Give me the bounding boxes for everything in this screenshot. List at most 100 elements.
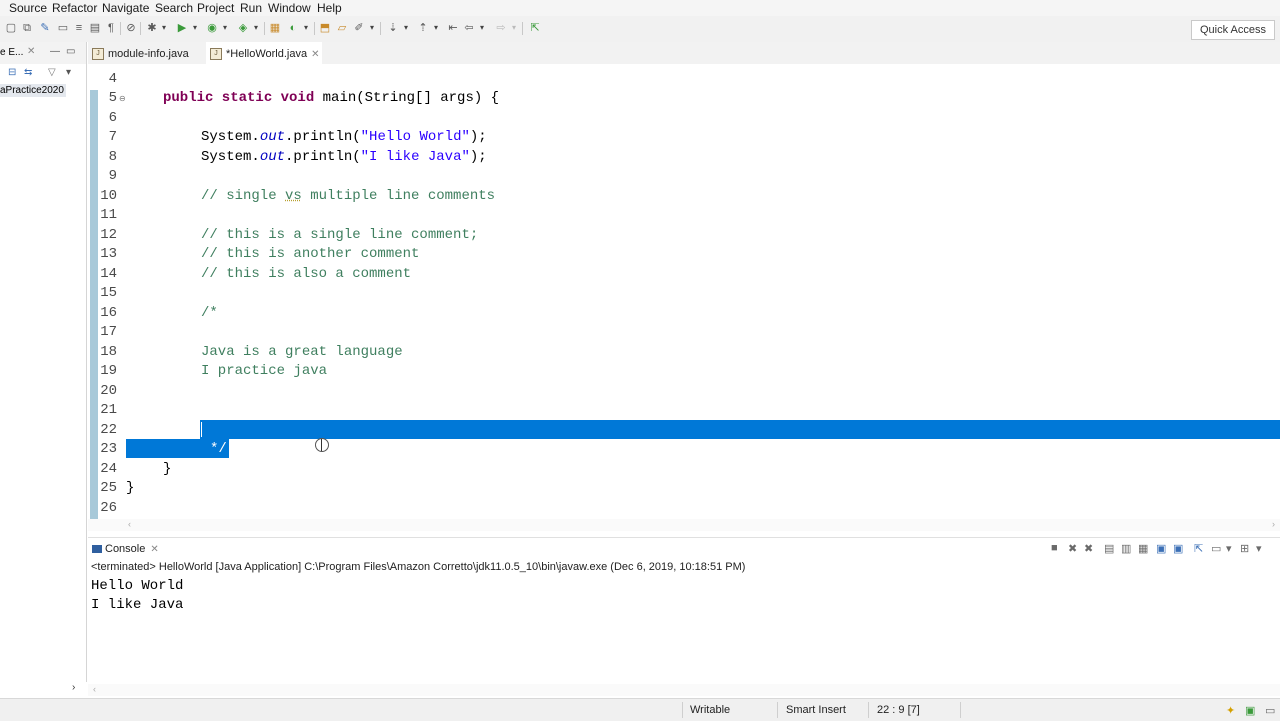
package-explorer: e E... ✕ — ▭ ⊟ ⇆ ▽ ▾ aPractice2020 › (0, 42, 87, 693)
collapse-all-icon[interactable]: ⊟ (8, 67, 16, 78)
line-number: 4 (108, 71, 117, 87)
code-string: "I like Java" (360, 149, 470, 165)
line-number: 11 (100, 207, 117, 223)
editor-horizontal-scrollbar[interactable]: ‹ › (88, 519, 1280, 531)
back-dropdown-icon[interactable]: ▾ (478, 21, 486, 35)
mark-occurrences-icon[interactable]: ✎ (38, 21, 52, 35)
back-icon[interactable]: ⇦ (462, 21, 476, 35)
external-tools-dropdown-icon[interactable]: ▾ (252, 21, 260, 35)
progress-icon[interactable]: ▣ (1245, 704, 1255, 717)
minimize-icon[interactable]: — (50, 46, 60, 57)
new-java-project-icon[interactable]: ▦ (268, 21, 282, 35)
new-class-icon[interactable]: ◐ (286, 21, 300, 35)
scroll-right-icon[interactable]: › (1272, 519, 1275, 529)
status-bar: Writable Smart Insert 22 : 9 [7] ✦ ▣ ▭ (0, 698, 1280, 721)
scroll-left-icon[interactable]: ‹ (128, 519, 131, 529)
display-dropdown-icon[interactable]: ▾ (1226, 542, 1232, 555)
new-dropdown-icon[interactable]: ▾ (302, 21, 310, 35)
prev-annotation-dropdown-icon[interactable]: ▾ (432, 21, 440, 35)
package-explorer-toolbar: ⊟ ⇆ ▽ ▾ (0, 64, 86, 82)
more-icon[interactable]: ▭ (1265, 704, 1275, 717)
forward-icon[interactable]: ⇨ (494, 21, 508, 35)
menu-help[interactable]: Help (317, 1, 342, 15)
code-text: System. (201, 129, 260, 145)
debug-icon[interactable]: ✱ (145, 21, 159, 35)
debug-dropdown-icon[interactable]: ▾ (160, 21, 168, 35)
next-annotation-icon[interactable]: ⇣ (386, 21, 400, 35)
code-line-14: // this is also a comment (201, 266, 412, 282)
display-console-icon[interactable]: ▭ (1211, 542, 1221, 555)
menu-window[interactable]: Window (268, 1, 311, 15)
line-number: 16 (100, 305, 117, 321)
console-horizontal-scrollbar[interactable]: ‹ (88, 684, 1280, 696)
close-console-icon[interactable]: ✕ (150, 544, 158, 555)
tab-console[interactable]: Console ✕ (92, 543, 159, 555)
remove-all-launches-icon[interactable]: ✖ (1084, 542, 1093, 555)
show-whitespace-icon[interactable]: ▤ (88, 21, 102, 35)
package-explorer-scrollbar[interactable]: › (0, 680, 86, 698)
open-task-icon[interactable]: ▱ (335, 21, 349, 35)
link-editor-icon[interactable]: ⇆ (24, 67, 32, 78)
forward-dropdown-icon[interactable]: ▾ (510, 21, 518, 35)
scroll-right-icon[interactable]: › (72, 682, 75, 693)
menu-refactor[interactable]: Refactor (52, 1, 97, 15)
filter-icon[interactable]: ▽ (48, 67, 56, 78)
code-line-10: // single vs multiple line comments (201, 188, 495, 204)
last-edit-icon[interactable]: ⇤ (446, 21, 460, 35)
code-field: out (259, 149, 286, 165)
scroll-lock-icon[interactable]: ▥ (1121, 542, 1131, 555)
run-dropdown-icon[interactable]: ▾ (191, 21, 199, 35)
close-icon[interactable]: ✕ (27, 46, 35, 57)
restore-icon[interactable]: ▢ (4, 21, 18, 35)
search-icon[interactable]: ✐ (352, 21, 366, 35)
menu-navigate[interactable]: Navigate (102, 1, 149, 15)
package-explorer-title[interactable]: e E... (0, 47, 23, 58)
coverage-dropdown-icon[interactable]: ▾ (221, 21, 229, 35)
close-tab-icon[interactable]: ✕ (311, 49, 319, 60)
code-editor[interactable]: 4 5 ⊖ 6 7 8 9 10 11 12 13 14 15 16 17 18… (88, 64, 1280, 519)
line-number: 26 (100, 500, 117, 516)
menu-source[interactable]: Source (9, 1, 47, 15)
open-type-icon[interactable]: ⬒ (318, 21, 332, 35)
fold-icon[interactable]: ⊖ (119, 94, 126, 103)
menu-search[interactable]: Search (155, 1, 193, 15)
quick-access-field[interactable]: Quick Access (1191, 20, 1275, 40)
prev-annotation-icon[interactable]: ⇡ (416, 21, 430, 35)
search-dropdown-icon[interactable]: ▾ (368, 21, 376, 35)
tab-helloworld[interactable]: J *HelloWorld.java ✕ (206, 42, 322, 64)
code-field: out (259, 129, 286, 145)
line-number: 13 (100, 246, 117, 262)
word-wrap-icon[interactable]: ▦ (1138, 542, 1148, 555)
skip-breakpoints-icon[interactable]: ⊘ (124, 21, 138, 35)
open-console-icon[interactable]: ⊞ (1240, 542, 1249, 555)
pilcrow-icon[interactable]: ¶ (104, 21, 118, 35)
pin-editor-icon[interactable]: ⇱ (528, 21, 542, 35)
text-caret (201, 422, 202, 437)
external-tools-icon[interactable]: ◈ (236, 21, 250, 35)
toggle-view-icon[interactable]: ⧉ (20, 21, 34, 35)
menu-project[interactable]: Project (197, 1, 234, 15)
cursor-position-status[interactable]: 22 : 9 [7] (877, 704, 920, 716)
clear-console-icon[interactable]: ▤ (1104, 542, 1114, 555)
block-select-icon[interactable]: ▭ (56, 21, 70, 35)
remove-launch-icon[interactable]: ✖ (1068, 542, 1077, 555)
console-header: Console ✕ ■ ✖ ✖ ▤ ▥ ▦ ▣ ▣ ⇱ ▭ ▾ ⊞ ▾ (88, 537, 1280, 560)
insert-mode-status[interactable]: Smart Insert (786, 704, 846, 716)
coverage-icon[interactable]: ◉ (205, 21, 219, 35)
scroll-left-icon[interactable]: ‹ (93, 684, 96, 694)
word-wrap-icon[interactable]: ≡ (72, 21, 86, 35)
project-tree-item[interactable]: aPractice2020 (0, 84, 66, 97)
show-on-error-icon[interactable]: ▣ (1173, 542, 1183, 555)
tab-module-info[interactable]: Jmodule-info.java (92, 42, 204, 64)
open-console-dropdown-icon[interactable]: ▾ (1256, 542, 1262, 555)
code-line-5: public static void main(String[] args) { (163, 90, 499, 106)
pin-console-icon[interactable]: ⇱ (1194, 542, 1203, 555)
show-on-output-icon[interactable]: ▣ (1156, 542, 1166, 555)
menu-run[interactable]: Run (240, 1, 262, 15)
view-menu-icon[interactable]: ▾ (66, 67, 71, 78)
maximize-icon[interactable]: ▭ (66, 46, 75, 57)
tip-icon[interactable]: ✦ (1226, 704, 1235, 717)
next-annotation-dropdown-icon[interactable]: ▾ (402, 21, 410, 35)
run-icon[interactable]: ▶ (175, 21, 189, 35)
terminate-icon[interactable]: ■ (1051, 542, 1058, 554)
